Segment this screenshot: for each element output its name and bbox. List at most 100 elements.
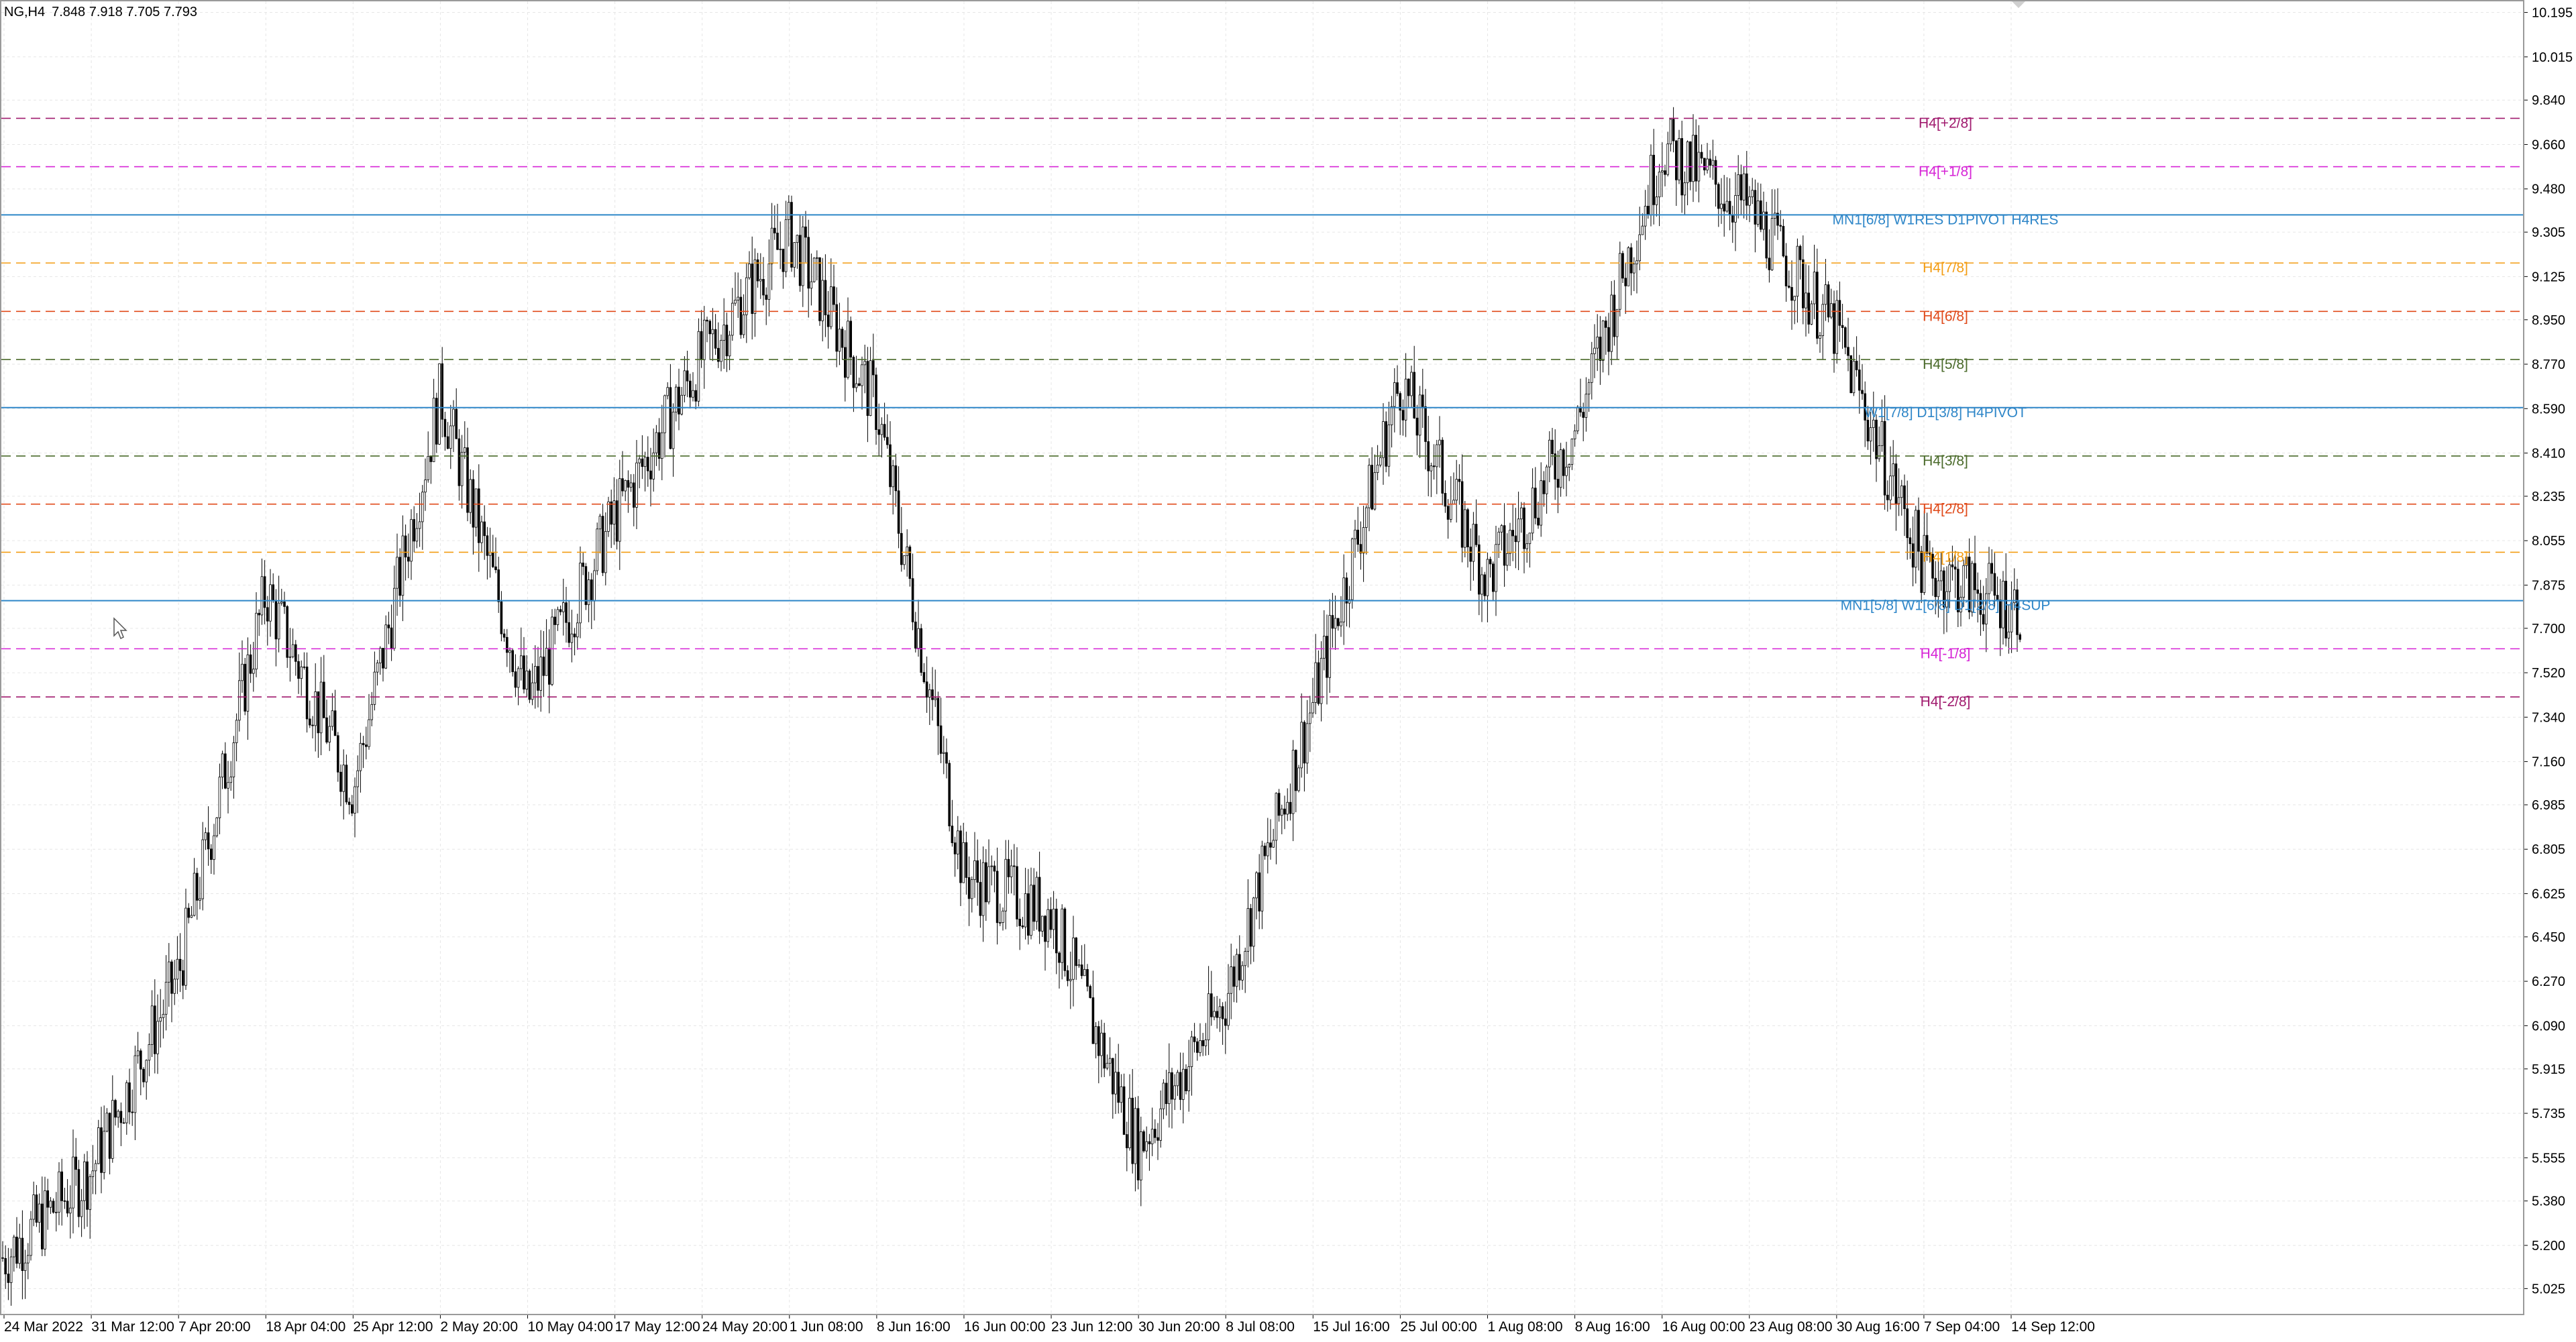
candle-body <box>246 654 250 712</box>
candle <box>990 855 994 886</box>
candle-body <box>1554 453 1557 480</box>
candle-body <box>635 462 638 508</box>
candle-body <box>1784 256 1788 286</box>
candle <box>1136 1096 1140 1190</box>
candle <box>1632 257 1635 292</box>
candle <box>1438 416 1441 468</box>
candle <box>190 906 193 918</box>
candle-body <box>981 862 985 916</box>
candle <box>914 612 917 653</box>
candle <box>598 513 602 554</box>
candle <box>1044 915 1046 971</box>
x-tick-label: 24 Mar 2022 <box>4 1319 83 1335</box>
candle <box>390 604 393 661</box>
candle <box>1213 997 1216 1021</box>
candle-body <box>145 1060 148 1082</box>
candle <box>2019 632 2022 642</box>
candle <box>1593 324 1596 378</box>
candle-body <box>435 398 438 445</box>
candle <box>108 1112 111 1175</box>
candle <box>474 488 478 537</box>
candle-body <box>1742 173 1746 201</box>
candle-body <box>1672 119 1675 142</box>
candle-body <box>1900 485 1903 498</box>
candle <box>661 404 663 481</box>
candle <box>125 1080 128 1135</box>
scroll-marker-icon[interactable] <box>2012 1 2025 8</box>
candle-body <box>1799 245 1802 260</box>
candle <box>545 619 548 676</box>
time-axis[interactable]: 24 Mar 2022 31 Mar 12:00 7 Apr 20:00 18 Apr… <box>0 1315 2576 1339</box>
candle <box>1255 871 1258 919</box>
candle-body <box>401 535 405 596</box>
candle <box>1688 141 1692 190</box>
candle-body <box>1069 978 1072 981</box>
candle <box>957 816 959 870</box>
candle <box>1734 172 1737 251</box>
candle-body <box>449 425 452 449</box>
candle <box>1751 178 1754 205</box>
candle-body <box>607 501 610 532</box>
candle <box>1069 951 1072 1009</box>
candle <box>398 548 401 607</box>
candle <box>770 203 773 290</box>
candle <box>1545 464 1548 514</box>
candle <box>869 347 872 416</box>
candle <box>1646 184 1650 219</box>
candle <box>1140 1116 1142 1207</box>
candle <box>1165 1070 1168 1116</box>
price-chart[interactable]: H4[+2/8]9.766H4[+1/8]9.570MN1[6/8] W1RES… <box>0 0 2576 1339</box>
candle-body <box>1813 272 1816 304</box>
candle <box>1311 677 1314 718</box>
candle <box>413 506 415 553</box>
candle <box>1289 783 1292 821</box>
candle-body <box>1827 284 1830 318</box>
candle-body <box>939 725 943 754</box>
candle-body <box>173 978 176 994</box>
y-tick-label: 7.700 <box>2532 622 2565 636</box>
candle-body <box>44 1190 46 1249</box>
candle-body <box>742 314 745 335</box>
candle <box>1227 964 1230 1030</box>
candle <box>657 418 661 471</box>
candle-body <box>1801 259 1805 309</box>
candle-body <box>1371 465 1374 510</box>
candle <box>418 492 421 547</box>
candle <box>1455 459 1458 523</box>
candle-body <box>1703 158 1706 170</box>
candle-body <box>683 370 686 396</box>
candle-body <box>826 315 830 327</box>
candle <box>9 1248 13 1306</box>
candle-body <box>252 669 255 674</box>
price-axis[interactable]: 10.195 10.015 9.840 9.660 9.480 9.305 9.125 8.9… <box>2524 0 2576 1339</box>
candle-body <box>1565 467 1568 476</box>
candle-body <box>1441 439 1444 494</box>
candle-body <box>967 877 971 899</box>
candle <box>1672 107 1675 153</box>
candle-body <box>1866 420 1870 442</box>
candle <box>497 557 500 613</box>
candle <box>556 606 559 631</box>
candle <box>1829 288 1833 319</box>
y-tick-label: 5.380 <box>2532 1194 2565 1209</box>
candle-body <box>1709 158 1712 166</box>
level-label: H4[5/8] <box>1923 357 1968 372</box>
candle <box>917 600 920 657</box>
candle-body <box>1621 253 1624 279</box>
candle <box>1230 944 1233 1019</box>
candle <box>1142 1129 1145 1153</box>
candle-body <box>170 961 173 994</box>
candle <box>317 691 320 758</box>
candle-body <box>714 329 717 349</box>
candle-body <box>739 296 743 335</box>
candle-body <box>1407 378 1410 396</box>
x-tick-label: 14 Sep 12:00 <box>2011 1319 2095 1335</box>
symbol-name: NG,H4 <box>4 5 45 19</box>
candle-body <box>1080 964 1083 976</box>
candle <box>365 726 368 760</box>
candle-body <box>1525 543 1529 549</box>
chart-window[interactable]: H4[+2/8]9.766H4[+1/8]9.570MN1[6/8] W1RES… <box>0 0 2576 1339</box>
candle-body <box>514 671 517 688</box>
candle <box>877 403 881 456</box>
candle-body <box>153 1005 156 1054</box>
